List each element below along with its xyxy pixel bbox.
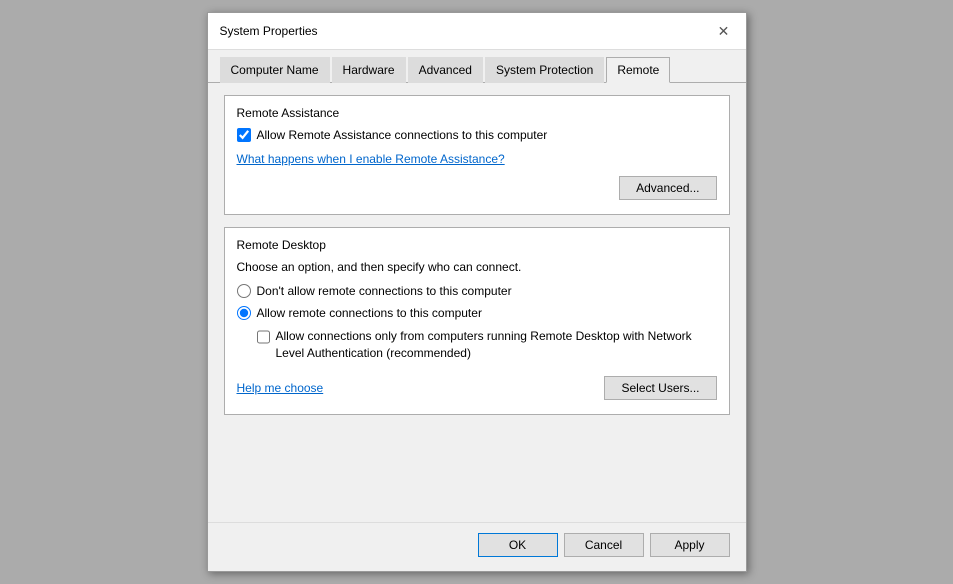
allow-ra-row: Allow Remote Assistance connections to t… bbox=[237, 128, 717, 142]
allow-ra-checkbox[interactable] bbox=[237, 128, 251, 142]
remote-desktop-description: Choose an option, and then specify who c… bbox=[237, 260, 717, 274]
dialog-title: System Properties bbox=[220, 24, 318, 38]
ok-button[interactable]: OK bbox=[478, 533, 558, 557]
close-button[interactable]: ✕ bbox=[714, 21, 734, 41]
remote-assistance-label: Remote Assistance bbox=[237, 106, 717, 120]
radio-no-connections-label: Don't allow remote connections to this c… bbox=[257, 284, 512, 298]
tab-content: Remote Assistance Allow Remote Assistanc… bbox=[208, 83, 746, 522]
nla-row: Allow connections only from computers ru… bbox=[257, 328, 717, 362]
remote-assistance-group: Remote Assistance Allow Remote Assistanc… bbox=[224, 95, 730, 215]
radio-no-connections-row: Don't allow remote connections to this c… bbox=[237, 284, 717, 298]
cancel-button[interactable]: Cancel bbox=[564, 533, 644, 557]
remote-desktop-label: Remote Desktop bbox=[237, 238, 717, 252]
system-properties-dialog: System Properties ✕ Computer Name Hardwa… bbox=[207, 12, 747, 572]
nla-label: Allow connections only from computers ru… bbox=[276, 328, 717, 362]
ra-footer: Advanced... bbox=[237, 176, 717, 200]
allow-ra-label: Allow Remote Assistance connections to t… bbox=[257, 128, 548, 142]
tab-strip: Computer Name Hardware Advanced System P… bbox=[208, 50, 746, 83]
remote-desktop-footer: Help me choose Select Users... bbox=[237, 376, 717, 400]
apply-button[interactable]: Apply bbox=[650, 533, 730, 557]
remote-desktop-group: Remote Desktop Choose an option, and the… bbox=[224, 227, 730, 415]
select-users-button[interactable]: Select Users... bbox=[604, 376, 716, 400]
radio-allow-connections-label: Allow remote connections to this compute… bbox=[257, 306, 482, 320]
radio-no-connections[interactable] bbox=[237, 284, 251, 298]
dialog-footer: OK Cancel Apply bbox=[208, 522, 746, 571]
tab-system-protection[interactable]: System Protection bbox=[485, 57, 604, 83]
tab-advanced[interactable]: Advanced bbox=[408, 57, 483, 83]
nla-checkbox[interactable] bbox=[257, 330, 270, 344]
ra-help-link[interactable]: What happens when I enable Remote Assist… bbox=[237, 152, 505, 166]
radio-allow-connections-row: Allow remote connections to this compute… bbox=[237, 306, 717, 320]
tab-remote[interactable]: Remote bbox=[606, 57, 670, 83]
rd-help-link[interactable]: Help me choose bbox=[237, 381, 324, 395]
radio-allow-connections[interactable] bbox=[237, 306, 251, 320]
tab-hardware[interactable]: Hardware bbox=[332, 57, 406, 83]
title-bar: System Properties ✕ bbox=[208, 13, 746, 50]
tab-computer-name[interactable]: Computer Name bbox=[220, 57, 330, 83]
ra-advanced-button[interactable]: Advanced... bbox=[619, 176, 716, 200]
